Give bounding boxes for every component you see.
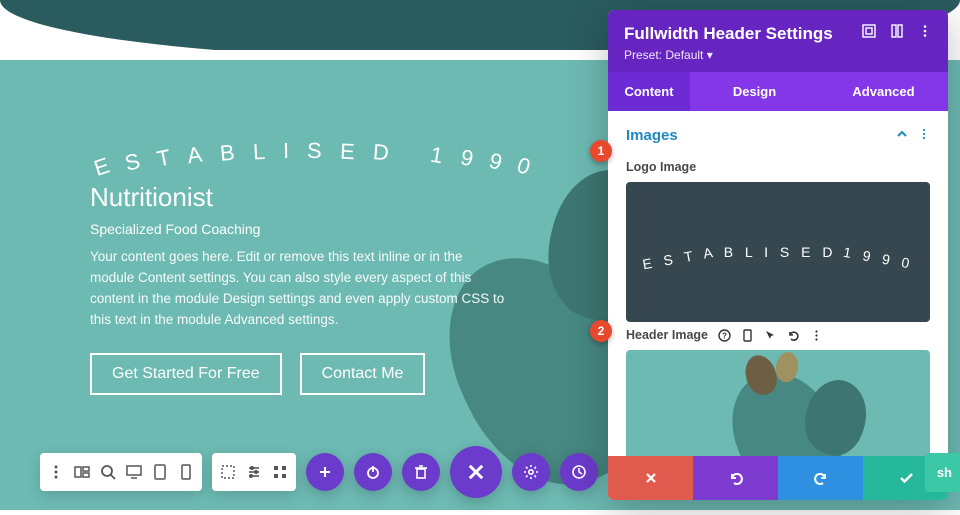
settings-button[interactable] [512, 453, 550, 491]
toolbar-group-mid [212, 453, 296, 491]
header-image-label: Header Image ? [626, 328, 930, 342]
tab-advanced[interactable]: Advanced [819, 72, 948, 111]
zoom-icon[interactable] [100, 464, 116, 480]
chevron-up-icon[interactable] [896, 127, 908, 144]
annotation-marker-1: 1 [590, 140, 612, 162]
grid-icon[interactable] [272, 464, 288, 480]
close-builder-button[interactable] [450, 446, 502, 498]
redo-button[interactable] [778, 456, 863, 500]
desktop-icon[interactable] [126, 464, 142, 480]
phone-icon[interactable] [741, 329, 754, 342]
power-icon [365, 464, 381, 480]
select-icon[interactable] [220, 464, 236, 480]
history-button[interactable] [560, 453, 598, 491]
toolbar-group-left [40, 453, 202, 491]
panel-footer [608, 456, 948, 500]
more-vertical-icon[interactable] [810, 329, 823, 342]
phone-icon[interactable] [178, 464, 194, 480]
undo-button[interactable] [693, 456, 778, 500]
tab-design[interactable]: Design [690, 72, 819, 111]
share-tab[interactable]: sh [925, 453, 960, 492]
cancel-button[interactable] [608, 456, 693, 500]
hover-icon[interactable] [764, 329, 777, 342]
chevron-down-icon: ▾ [707, 48, 713, 62]
section-title: Images [626, 127, 678, 144]
close-icon [466, 462, 486, 482]
power-button[interactable] [354, 453, 392, 491]
tab-content[interactable]: Content [608, 72, 690, 111]
trash-icon [413, 464, 429, 480]
module-settings-panel: Fullwidth Header Settings Preset: Defaul… [608, 10, 948, 500]
plus-icon [317, 464, 333, 480]
logo-curved-text: E S T A B L I S E D 1 9 9 0 [90, 140, 580, 166]
wireframe-icon[interactable] [74, 464, 90, 480]
header-image-field[interactable] [626, 350, 930, 456]
section-toggle-images[interactable]: Images [626, 123, 930, 154]
help-icon[interactable]: ? [718, 329, 731, 342]
tablet-icon[interactable] [152, 464, 168, 480]
cta-primary-button[interactable]: Get Started For Free [90, 353, 282, 395]
cta-secondary-button[interactable]: Contact Me [300, 353, 426, 395]
panel-tabs: Content Design Advanced [608, 72, 948, 111]
svg-text:?: ? [722, 331, 727, 340]
expand-icon[interactable] [862, 24, 876, 38]
hero-subtitle[interactable]: Specialized Food Coaching [90, 221, 580, 237]
gear-icon [523, 464, 539, 480]
hero-title[interactable]: Nutritionist [90, 182, 580, 213]
builder-bottom-toolbar [40, 446, 640, 498]
panel-header[interactable]: Fullwidth Header Settings Preset: Defaul… [608, 10, 948, 72]
more-vertical-icon[interactable] [48, 464, 64, 480]
snap-icon[interactable] [890, 24, 904, 38]
annotation-marker-2: 2 [590, 320, 612, 342]
delete-button[interactable] [402, 453, 440, 491]
panel-body[interactable]: Images Logo Image E S T A B L I S E D 1 … [608, 111, 948, 456]
hero-body-text[interactable]: Your content goes here. Edit or remove t… [90, 247, 510, 331]
adjust-icon[interactable] [246, 464, 262, 480]
logo-image-field[interactable]: E S T A B L I S E D 1 9 9 0 [626, 182, 930, 322]
clock-icon [571, 464, 587, 480]
more-vertical-icon[interactable] [918, 127, 930, 144]
preset-selector[interactable]: Preset: Default ▾ [624, 48, 932, 62]
add-button[interactable] [306, 453, 344, 491]
reset-icon[interactable] [787, 329, 800, 342]
logo-image-label: Logo Image [626, 160, 930, 174]
more-vertical-icon[interactable] [918, 24, 932, 38]
